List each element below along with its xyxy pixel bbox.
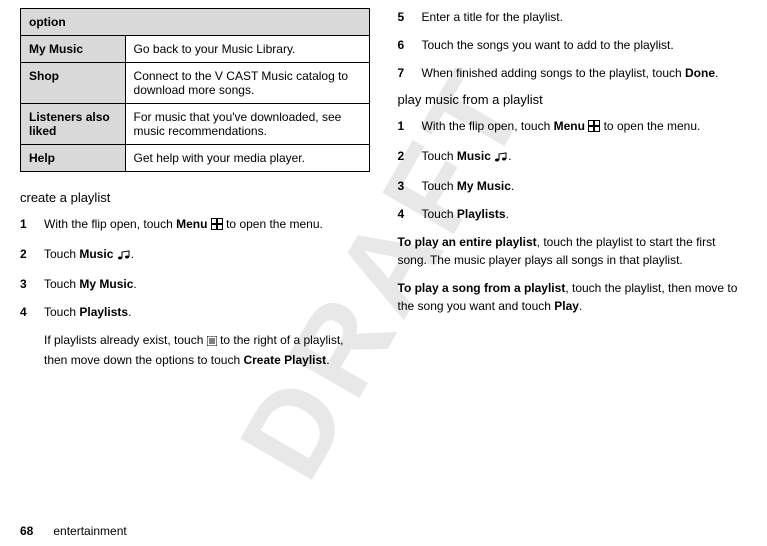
table-row: Listeners also liked For music that you'… [21,104,370,145]
step-item: 6 Touch the songs you want to add to the… [398,36,748,54]
menu-icon [207,333,217,351]
table-row: My Music Go back to your Music Library. [21,36,370,63]
option-name: Help [21,145,126,172]
option-name: Shop [21,63,126,104]
music-icon [117,247,131,265]
music-icon [494,149,508,167]
step-note: If playlists already exist, touch to the… [44,331,370,369]
step-number: 4 [20,303,44,321]
step-item: 1 With the flip open, touch Menu to open… [20,215,370,235]
step-text: Touch the songs you want to add to the p… [422,36,748,54]
step-item: 2 Touch Music . [398,147,748,167]
step-item: 3 Touch My Music. [398,177,748,195]
table-header: option [21,9,370,36]
option-desc: Go back to your Music Library. [125,36,369,63]
play-entire-text: To play an entire playlist, touch the pl… [398,233,748,269]
step-item: 2 Touch Music . [20,245,370,265]
table-row: Shop Connect to the V CAST Music catalog… [21,63,370,104]
step-item: 3 Touch My Music. [20,275,370,293]
step-text: Touch Playlists. [44,303,370,321]
step-item: 1 With the flip open, touch Menu to open… [398,117,748,137]
step-text: Touch Music . [422,147,748,167]
page-number: 68 [20,524,33,538]
grid-icon [588,119,600,137]
option-name: Listeners also liked [21,104,126,145]
step-text: With the flip open, touch Menu to open t… [44,215,370,235]
step-number: 3 [20,275,44,293]
grid-icon [211,217,223,235]
step-number: 2 [398,147,422,167]
options-table: option My Music Go back to your Music Li… [20,8,370,172]
step-text: Enter a title for the playlist. [422,8,748,26]
step-item: 5 Enter a title for the playlist. [398,8,748,26]
page-footer: 68 entertainment [20,524,127,538]
option-desc: For music that you've downloaded, see mu… [125,104,369,145]
option-name: My Music [21,36,126,63]
section-name: entertainment [53,524,126,538]
option-desc: Get help with your media player. [125,145,369,172]
step-number: 1 [398,117,422,137]
step-number: 4 [398,205,422,223]
right-column: 5 Enter a title for the playlist. 6 Touc… [398,8,748,379]
step-number: 7 [398,64,422,82]
step-number: 5 [398,8,422,26]
step-number: 6 [398,36,422,54]
step-number: 2 [20,245,44,265]
step-text: Touch My Music. [44,275,370,293]
step-number: 1 [20,215,44,235]
step-item: 7 When finished adding songs to the play… [398,64,748,82]
table-row: Help Get help with your media player. [21,145,370,172]
step-number: 3 [398,177,422,195]
step-text: Touch Music . [44,245,370,265]
step-text: Touch Playlists. [422,205,748,223]
option-desc: Connect to the V CAST Music catalog to d… [125,63,369,104]
step-text: With the flip open, touch Menu to open t… [422,117,748,137]
create-playlist-heading: create a playlist [20,190,370,205]
step-text: When finished adding songs to the playli… [422,64,748,82]
step-item: 4 Touch Playlists. [398,205,748,223]
left-column: option My Music Go back to your Music Li… [20,8,370,379]
play-playlist-heading: play music from a playlist [398,92,748,107]
step-item: 4 Touch Playlists. [20,303,370,321]
play-song-text: To play a song from a playlist, touch th… [398,279,748,315]
step-text: Touch My Music. [422,177,748,195]
